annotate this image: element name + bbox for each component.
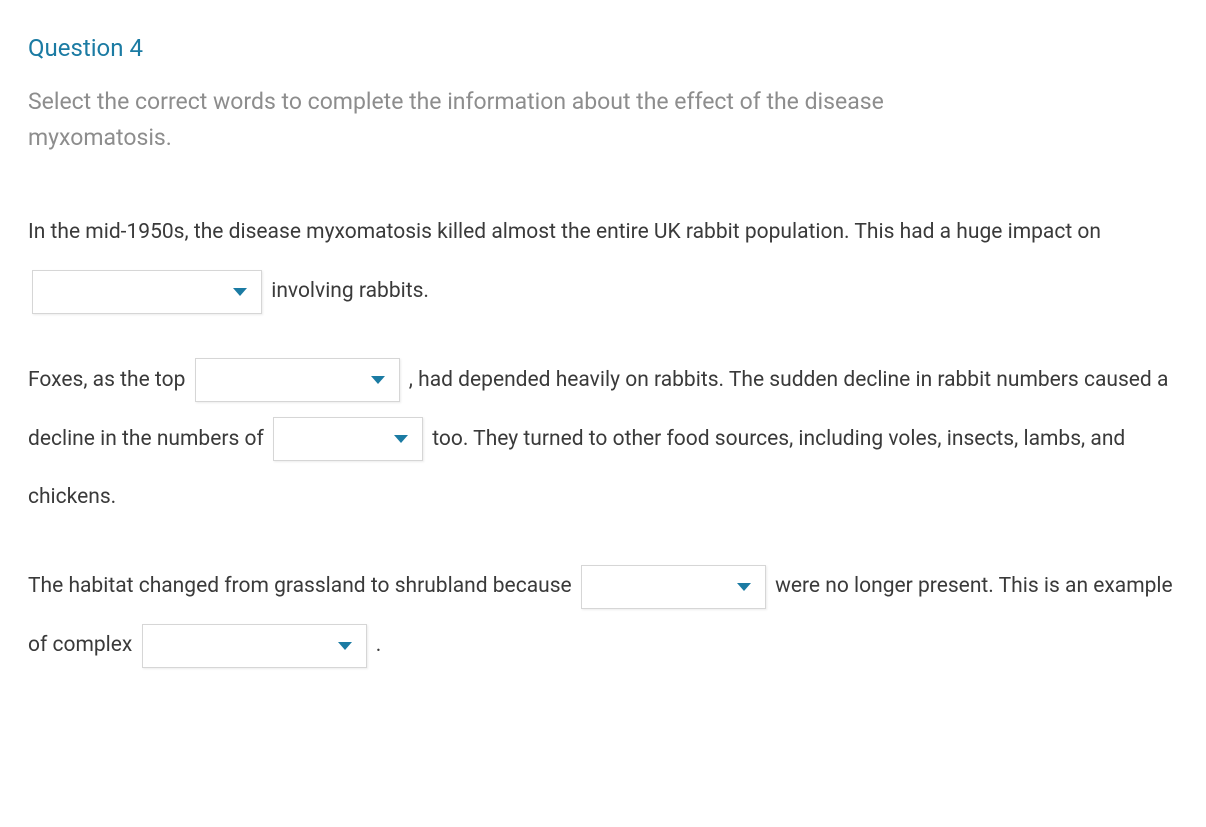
passage-text: involving rabbits. [271,279,429,303]
question-instruction: Select the correct words to complete the… [28,84,908,155]
dropdown-4[interactable] [581,565,766,609]
passage-text: Foxes, as the top [28,368,191,392]
chevron-down-icon [394,435,408,443]
passage-text: The habitat changed from grassland to sh… [28,574,577,598]
chevron-down-icon [233,288,247,296]
question-title: Question 4 [28,30,1178,66]
dropdown-2[interactable] [195,358,400,402]
chevron-down-icon [338,642,352,650]
dropdown-1[interactable] [32,270,262,314]
dropdown-5[interactable] [142,624,367,668]
paragraph-2: Foxes, as the top , had depended heavily… [28,351,1178,527]
passage: In the mid-1950s, the disease myxomatosi… [28,203,1178,675]
paragraph-3: The habitat changed from grassland to sh… [28,557,1178,675]
chevron-down-icon [371,376,385,384]
paragraph-1: In the mid-1950s, the disease myxomatosi… [28,203,1178,321]
passage-text: In the mid-1950s, the disease myxomatosi… [28,220,1101,244]
dropdown-3[interactable] [273,417,423,461]
chevron-down-icon [737,583,751,591]
passage-text: . [376,633,382,657]
